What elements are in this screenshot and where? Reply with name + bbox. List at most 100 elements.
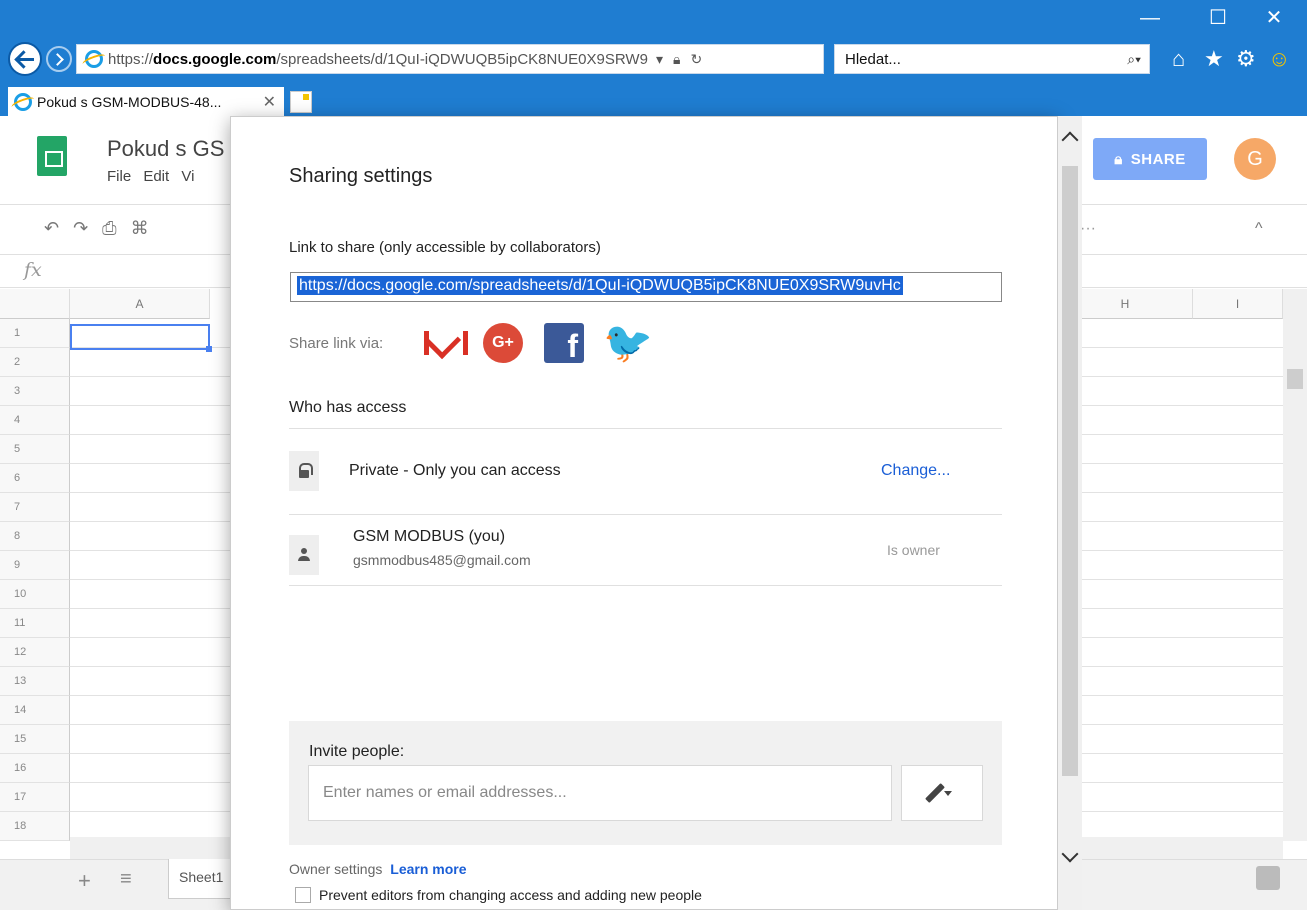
selected-cell-a1[interactable] <box>70 324 212 352</box>
row-header[interactable]: 6 <box>0 464 70 493</box>
lock-icon <box>289 451 319 491</box>
address-bar[interactable]: https://docs.google.com/spreadsheets/d/1… <box>76 44 824 74</box>
grid-line <box>70 724 230 725</box>
grid-line <box>70 376 230 377</box>
row-header[interactable]: 13 <box>0 667 70 696</box>
browser-tab[interactable]: Pokud s GSM-MODBUS-48... ✕ <box>8 87 284 116</box>
row-header[interactable]: 8 <box>0 522 70 551</box>
grid-line <box>70 666 230 667</box>
divider <box>289 514 1002 515</box>
grid-line <box>70 695 230 696</box>
share-link-field[interactable]: https://docs.google.com/spreadsheets/d/1… <box>290 272 1002 302</box>
row-header[interactable]: 7 <box>0 493 70 522</box>
twitter-icon[interactable]: 🐦 <box>603 323 653 363</box>
doc-title[interactable]: Pokud s GS <box>107 136 224 162</box>
row-header[interactable]: 14 <box>0 696 70 725</box>
grid-line <box>1058 666 1283 667</box>
row-header[interactable]: 2 <box>0 348 70 377</box>
minimize-button[interactable]: — <box>1130 8 1170 28</box>
url-prefix: https:// <box>108 50 154 68</box>
toolbar-icons[interactable]: ↶↷⎙⌘ <box>44 218 163 239</box>
dialog-scrollbar[interactable] <box>1058 116 1082 910</box>
grid-line <box>70 463 230 464</box>
search-box[interactable]: Hledat... ⌕▾ <box>834 44 1150 74</box>
sheet-tab[interactable]: Sheet1 <box>168 859 238 899</box>
owner-name: GSM MODBUS (you) <box>353 528 506 545</box>
corner-header[interactable] <box>0 289 70 319</box>
divider <box>289 428 1002 429</box>
gmail-icon[interactable] <box>421 323 468 363</box>
maximize-button[interactable]: ☐ <box>1198 8 1238 28</box>
row-header[interactable]: 5 <box>0 435 70 464</box>
avatar[interactable]: G <box>1234 138 1276 180</box>
dialog-title: Sharing settings <box>289 165 433 187</box>
column-header-a[interactable]: A <box>70 289 210 319</box>
access-level-text: Private - Only you can access <box>349 462 561 479</box>
learn-more-link[interactable]: Learn more <box>390 861 466 877</box>
row-header[interactable]: 1 <box>0 319 70 348</box>
row-header[interactable]: 17 <box>0 783 70 812</box>
owner-role: Is owner <box>887 542 940 558</box>
invite-input[interactable] <box>308 765 892 821</box>
grid-line <box>70 434 230 435</box>
row-header[interactable]: 3 <box>0 377 70 406</box>
prevent-editors-checkbox[interactable] <box>295 887 311 903</box>
sheets-logo-icon[interactable] <box>37 136 67 176</box>
divider <box>289 585 1002 586</box>
home-icon[interactable]: ⌂ <box>1172 46 1185 72</box>
share-button[interactable]: 🔒︎ SHARE <box>1093 138 1207 180</box>
sheet-vertical-scrollbar[interactable] <box>1283 289 1307 841</box>
row-header[interactable]: 11 <box>0 609 70 638</box>
person-icon <box>289 535 319 575</box>
grid-line <box>70 579 230 580</box>
tab-close-icon[interactable]: ✕ <box>263 92 276 112</box>
google-plus-icon[interactable]: G+ <box>483 323 523 363</box>
grid-line <box>1058 724 1283 725</box>
lock-icon[interactable]: 🔒︎ <box>673 51 680 68</box>
collapse-icon[interactable]: ^ <box>1255 220 1263 238</box>
refresh-icon[interactable]: ↻ <box>690 51 702 68</box>
row-header[interactable]: 15 <box>0 725 70 754</box>
explore-icon[interactable] <box>1256 866 1280 890</box>
new-tab-button[interactable] <box>290 91 312 113</box>
permission-dropdown-button[interactable] <box>901 765 983 821</box>
search-icon[interactable]: ⌕▾ <box>1127 51 1141 68</box>
back-button[interactable] <box>8 42 42 76</box>
grid-line <box>1058 521 1283 522</box>
menu-bar[interactable]: File Edit Vi <box>107 168 194 185</box>
row-header[interactable]: 9 <box>0 551 70 580</box>
invite-panel: Invite people: <box>289 721 1002 845</box>
scroll-up-icon[interactable] <box>1061 131 1079 149</box>
settings-icon[interactable]: ⚙ <box>1236 46 1256 72</box>
row-header[interactable]: 12 <box>0 638 70 667</box>
close-window-button[interactable]: ✕ <box>1254 8 1294 28</box>
share-via-label: Share link via: <box>289 335 384 352</box>
grid-line <box>1058 782 1283 783</box>
scroll-down-icon[interactable] <box>1061 845 1079 863</box>
all-sheets-icon[interactable]: ≡ <box>120 868 132 891</box>
share-link-value: https://docs.google.com/spreadsheets/d/1… <box>297 276 903 295</box>
dropdown-icon[interactable]: ▾ <box>656 51 663 68</box>
row-header[interactable]: 16 <box>0 754 70 783</box>
who-has-access-heading: Who has access <box>289 399 407 416</box>
grid-line <box>1058 637 1283 638</box>
scroll-thumb[interactable] <box>1287 369 1303 389</box>
grid-line <box>70 782 230 783</box>
add-sheet-icon[interactable]: + <box>78 868 91 894</box>
forward-button[interactable] <box>46 46 72 72</box>
row-header[interactable]: 18 <box>0 812 70 841</box>
column-header-i[interactable]: I <box>1193 289 1283 319</box>
feedback-icon[interactable]: ☺ <box>1268 46 1290 72</box>
row-header[interactable]: 10 <box>0 580 70 609</box>
owner-email: gsmmodbus485@gmail.com <box>353 552 531 568</box>
favorites-icon[interactable]: ★ <box>1204 46 1224 72</box>
change-access-link[interactable]: Change... <box>881 462 950 480</box>
tab-title: Pokud s GSM-MODBUS-48... <box>37 93 222 110</box>
dialog-scroll-thumb[interactable] <box>1062 166 1078 776</box>
row-header[interactable]: 4 <box>0 406 70 435</box>
more-icon[interactable]: ··· <box>1080 220 1096 238</box>
grid-line <box>70 550 230 551</box>
facebook-icon[interactable]: f <box>544 323 584 364</box>
url-text[interactable]: https://docs.google.com/spreadsheets/d/1… <box>108 51 648 68</box>
prevent-editors-row[interactable]: Prevent editors from changing access and… <box>295 887 702 903</box>
